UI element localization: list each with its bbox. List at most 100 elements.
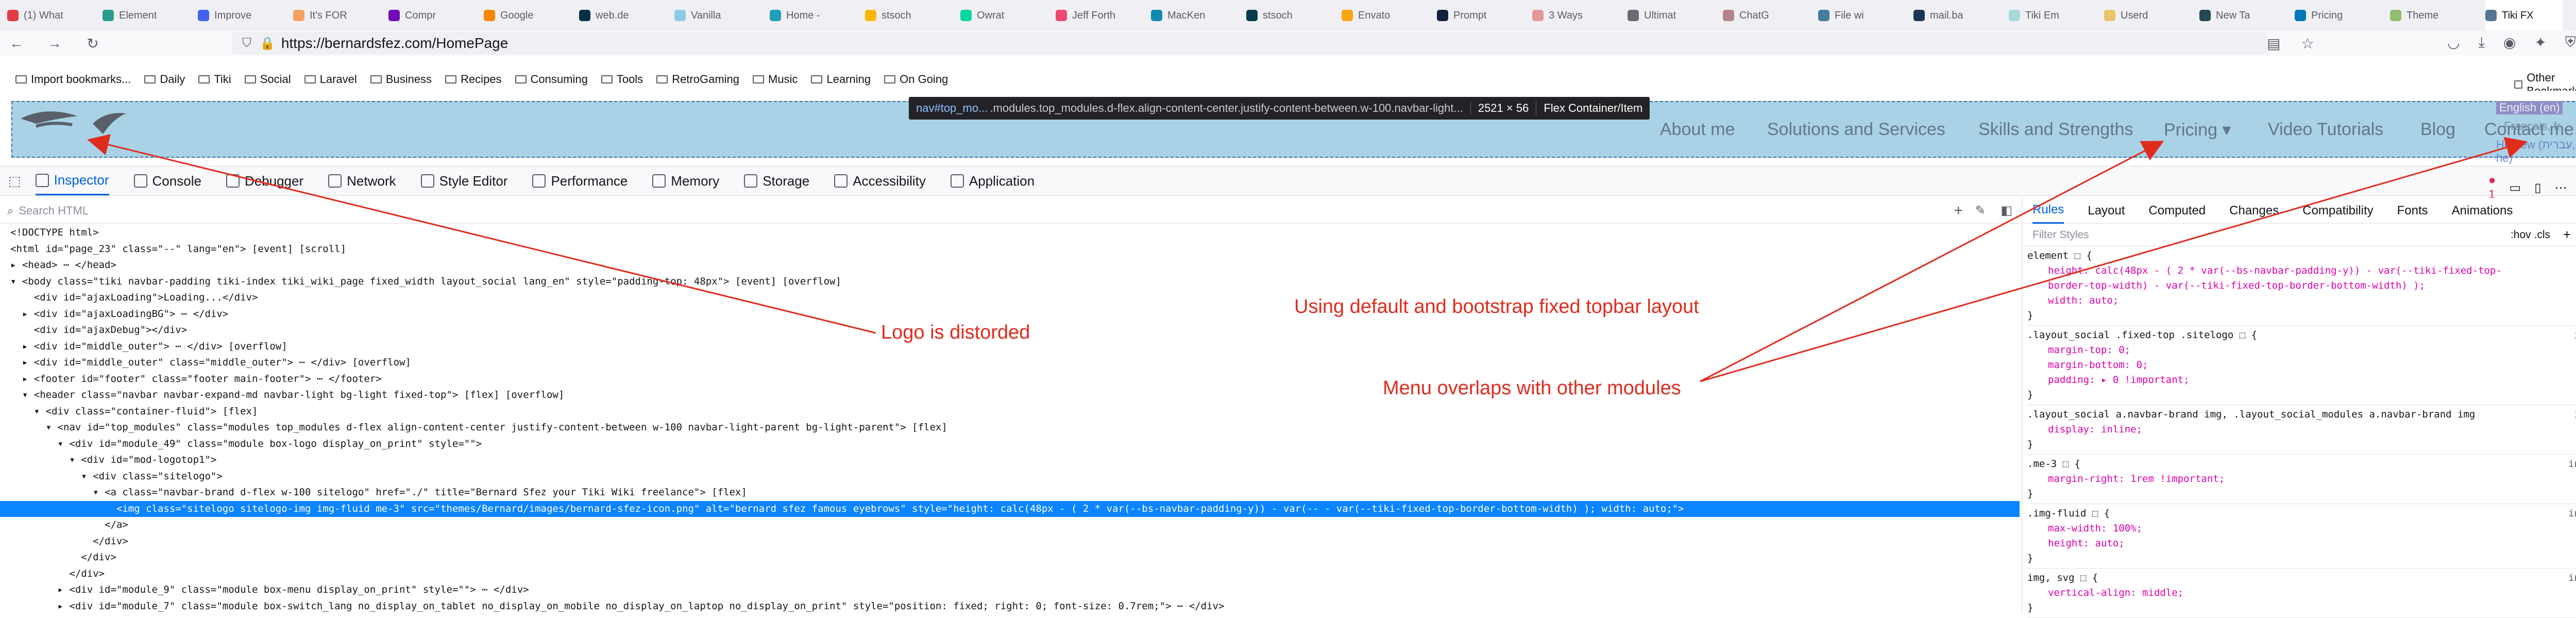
css-declaration[interactable]: max-width: 100%; — [2027, 521, 2576, 536]
css-rule-selector[interactable]: inline:15 .me-3 ⬚ { — [2027, 457, 2576, 472]
browser-tab[interactable]: mail.ba — [1913, 0, 2006, 31]
css-rule-selector[interactable]: inline:15 .img-fluid ⬚ { — [2027, 506, 2576, 521]
html-node-line[interactable]: ▾ <div id="mod-logotop1"> — [0, 452, 2020, 469]
reader-view-icon[interactable]: ▤ — [2267, 35, 2280, 52]
css-declaration[interactable]: display: inline; — [2027, 422, 2576, 437]
lang-hebrew[interactable]: Hebrew (עברית, he) — [2496, 138, 2576, 165]
browser-tab[interactable]: Userd — [2104, 0, 2197, 31]
pick-element-icon[interactable]: ⬚ — [8, 173, 21, 189]
devtools-tab-console[interactable]: Console — [133, 173, 201, 189]
browser-tab[interactable]: Envato — [1342, 0, 1434, 31]
overflow-menu-icon[interactable]: ⋯ — [2554, 180, 2567, 195]
css-declaration[interactable]: margin-bottom: 0; — [2027, 358, 2576, 373]
rules-tab-fonts[interactable]: Fonts — [2397, 198, 2428, 224]
css-declaration[interactable]: height: auto; — [2027, 536, 2576, 551]
shield-ext-icon[interactable]: ⛨ — [2565, 34, 2576, 51]
devtools-tab-memory[interactable]: Memory — [652, 173, 719, 189]
account-icon[interactable]: ◉ — [2503, 34, 2516, 51]
html-node-line[interactable]: </div> — [0, 566, 2020, 582]
distorted-logo[interactable] — [15, 103, 129, 139]
html-node-line[interactable]: ▸ <div id="ajaxLoadingBG"> ⋯ </div> — [0, 306, 2020, 323]
devtools-tab-accessibility[interactable]: Accessibility — [834, 173, 926, 189]
css-rule-selector[interactable]: inline:3 .layout_social .fixed-top .sitel… — [2027, 328, 2576, 343]
rules-tab-changes[interactable]: Changes — [2229, 198, 2279, 224]
browser-tab[interactable]: Theme — [2390, 0, 2483, 31]
add-node-icon[interactable]: + — [1954, 202, 1963, 220]
eyedropper-icon[interactable]: ✎ — [1975, 203, 1986, 218]
browser-tab[interactable]: stsoch — [1246, 0, 1339, 31]
extensions-icon[interactable]: ✦ — [2534, 34, 2546, 51]
bookmark-item[interactable]: Consuming — [515, 73, 588, 86]
bookmark-item[interactable]: On Going — [884, 73, 948, 86]
url-bar[interactable]: ⛉ 🔒 https://bernardsfez.com/HomePage — [232, 32, 2267, 55]
css-declaration[interactable]: margin-top: 0; — [2027, 343, 2576, 358]
browser-tab[interactable]: Compr — [388, 0, 481, 31]
css-declaration[interactable]: border-top-width) - var(--tiki-fixed-top… — [2027, 278, 2576, 293]
html-node-line[interactable]: ▾ <div class="sitelogo"> — [0, 469, 2020, 485]
html-node-line[interactable]: ▸ <head> ⋯ </head> — [0, 257, 2020, 274]
bookmark-item[interactable]: Music — [753, 73, 798, 86]
browser-tab[interactable]: MacKen — [1151, 0, 1244, 31]
responsive-icon[interactable]: ▯ — [2534, 180, 2541, 195]
html-node-line[interactable]: ▸ <div id="module_7" class="module box-s… — [0, 598, 2020, 614]
html-node-line[interactable]: <img class="sitelogo sitelogo-img img-fl… — [0, 500, 2020, 517]
browser-tab[interactable]: (1) What — [7, 0, 100, 31]
lang-english[interactable]: English (en) — [2496, 101, 2563, 114]
bookmark-item[interactable]: Tools — [601, 73, 643, 86]
site-menu-link[interactable]: Pricing ▾ — [2164, 120, 2231, 140]
reload-icon[interactable]: ↻ — [81, 32, 104, 55]
site-menu-link[interactable]: Video Tutorials — [2268, 120, 2383, 140]
bookmark-item[interactable]: Laravel — [304, 73, 357, 86]
site-menu-link[interactable]: Solutions and Services — [1767, 120, 1945, 140]
browser-tab[interactable]: web.de — [579, 0, 672, 31]
html-node-line[interactable]: ▸ <div id="middle_outer" class="middle_o… — [0, 355, 2020, 371]
browser-tab[interactable]: Jeff Forth — [1056, 0, 1148, 31]
devtools-tab-performance[interactable]: Performance — [532, 173, 628, 189]
css-rule-source[interactable]: inline:3 — [2574, 407, 2576, 422]
html-node-line[interactable]: ▸ <footer id="footer" class="footer main… — [0, 371, 2020, 388]
bookmark-star-icon[interactable]: ☆ — [2301, 35, 2314, 52]
devtools-tab-style-editor[interactable]: Style Editor — [420, 173, 507, 189]
add-rule-icon[interactable]: + — [2563, 227, 2571, 243]
browser-tab[interactable]: Tiki Em — [2009, 0, 2102, 31]
filter-styles-input[interactable]: Filter Styles — [2032, 229, 2089, 241]
css-rule-selector[interactable]: inline:15 img, svg ⬚ { — [2027, 571, 2576, 586]
bookmark-item[interactable]: Import bookmarks... — [15, 73, 131, 86]
site-menu-link[interactable]: Skills and Strengths — [1978, 120, 2133, 140]
css-rule-source[interactable]: inline:15 — [2568, 506, 2576, 521]
browser-tab[interactable]: It's FOR — [293, 0, 386, 31]
download-icon[interactable]: ⤓ — [2478, 34, 2484, 51]
html-node-line[interactable]: ▾ <header class="navbar navbar-expand-md… — [0, 387, 2020, 404]
html-node-line[interactable]: </a> — [0, 517, 2020, 533]
css-declaration[interactable]: vertical-align: middle; — [2027, 586, 2576, 600]
css-declaration[interactable]: width: auto; — [2027, 293, 2576, 308]
browser-tab[interactable]: 3 Ways — [1532, 0, 1625, 31]
browser-tab[interactable]: Owrat — [960, 0, 1053, 31]
rules-tab-compatibility[interactable]: Compatibility — [2302, 198, 2373, 224]
html-node-line[interactable]: ▾ <body class="tiki navbar-padding tiki-… — [0, 274, 2020, 290]
rules-tab-layout[interactable]: Layout — [2088, 198, 2125, 224]
browser-tab[interactable]: File wi — [1818, 0, 1911, 31]
css-rule-source[interactable]: inline:15 — [2568, 571, 2576, 586]
devtools-tab-storage[interactable]: Storage — [744, 173, 809, 189]
toggle-pane-icon[interactable]: ◧ — [2001, 203, 2012, 218]
browser-tab[interactable]: Pricing — [2295, 0, 2387, 31]
bookmark-item[interactable]: RetroGaming — [656, 73, 739, 86]
browser-tab[interactable]: Home - — [770, 0, 862, 31]
browser-tab[interactable]: stsoch — [865, 0, 958, 31]
site-menu-link[interactable]: Blog — [2420, 120, 2455, 140]
browser-tab[interactable]: Prompt — [1437, 0, 1530, 31]
html-node-line[interactable]: ▾ <a class="navbar-brand d-flex w-100 si… — [0, 485, 2020, 501]
html-node-line[interactable]: ▸ <div id="module_9" class="module box-m… — [0, 582, 2020, 598]
css-declaration[interactable]: margin-right: 1rem !important; — [2027, 472, 2576, 487]
forward-icon[interactable]: → — [43, 32, 66, 55]
browser-tab[interactable]: Improve — [198, 0, 291, 31]
html-node-line[interactable]: ▾ <div id="module_49" class="module box-… — [0, 436, 2020, 453]
css-rule-selector[interactable]: inline:3 .layout_social a.navbar-brand im… — [2027, 407, 2576, 422]
bookmark-item[interactable]: Tiki — [198, 73, 231, 86]
browser-tab[interactable]: Google — [484, 0, 577, 31]
dock-icon[interactable]: ▭ — [2510, 180, 2521, 195]
bookmark-item[interactable]: Business — [370, 73, 432, 86]
html-node-line[interactable]: <!DOCTYPE html> — [0, 225, 2020, 241]
lang-french[interactable]: Français, fr — [2504, 120, 2561, 133]
